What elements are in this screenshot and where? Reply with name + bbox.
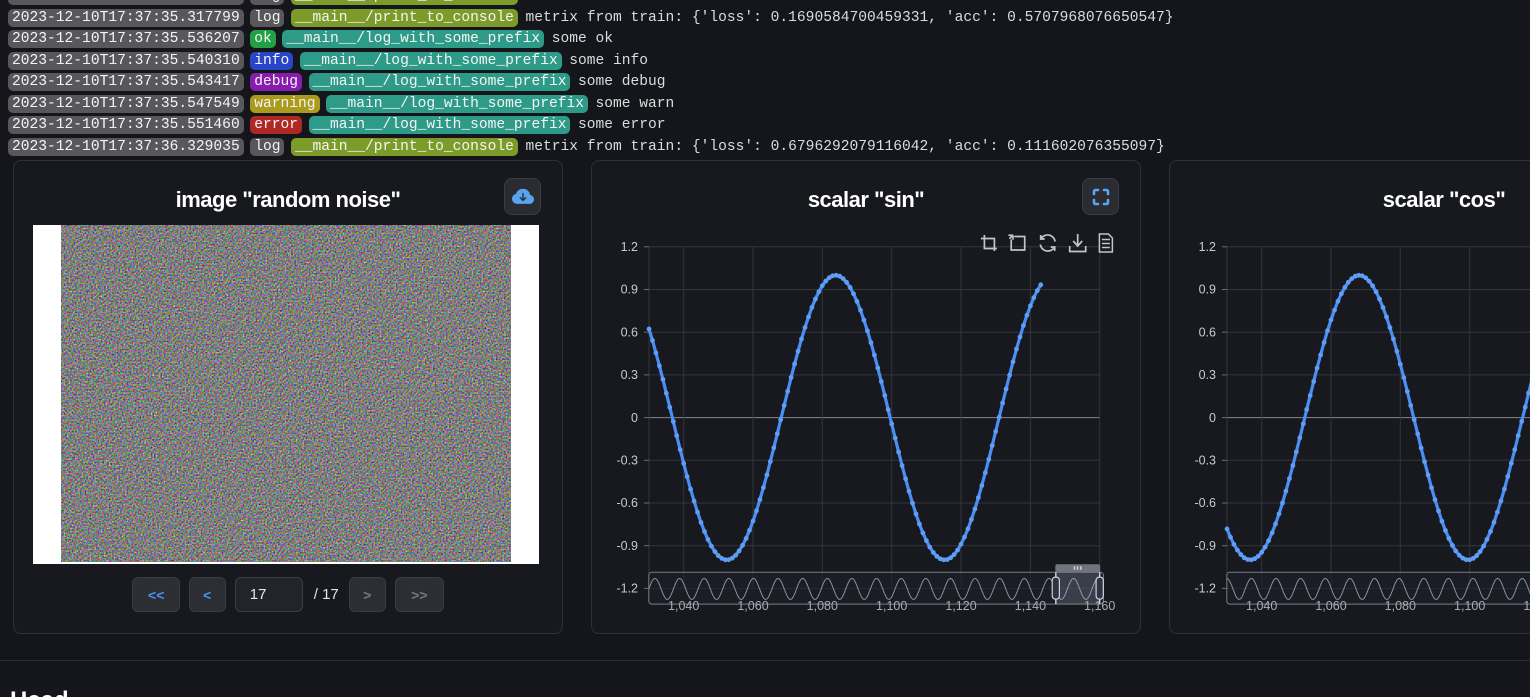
svg-text:0: 0 — [1209, 411, 1216, 425]
svg-text:1,040: 1,040 — [1246, 599, 1277, 613]
svg-text:1,100: 1,100 — [1454, 599, 1485, 613]
svg-text:-0.9: -0.9 — [1194, 539, 1216, 553]
svg-text:0.9: 0.9 — [1199, 283, 1216, 297]
svg-text:-1.2: -1.2 — [1194, 582, 1216, 596]
svg-text:0.6: 0.6 — [621, 325, 638, 339]
svg-text:-0.6: -0.6 — [1194, 496, 1216, 510]
svg-text:0.3: 0.3 — [621, 368, 638, 382]
svg-text:0.6: 0.6 — [1199, 325, 1216, 339]
svg-text:0.3: 0.3 — [1199, 368, 1216, 382]
svg-text:-0.3: -0.3 — [1194, 454, 1216, 468]
svg-text:-0.3: -0.3 — [616, 454, 638, 468]
svg-text:1,120: 1,120 — [1523, 599, 1530, 613]
svg-text:1,140: 1,140 — [1015, 599, 1046, 613]
svg-text:-0.9: -0.9 — [616, 539, 638, 553]
svg-text:1,080: 1,080 — [807, 599, 838, 613]
svg-text:1,100: 1,100 — [876, 599, 907, 613]
svg-text:1,060: 1,060 — [737, 599, 768, 613]
svg-text:1,160: 1,160 — [1084, 599, 1115, 613]
svg-text:0: 0 — [631, 411, 638, 425]
svg-text:1,060: 1,060 — [1315, 599, 1346, 613]
svg-text:-0.6: -0.6 — [616, 496, 638, 510]
svg-text:1.2: 1.2 — [1199, 240, 1216, 254]
svg-text:-1.2: -1.2 — [616, 582, 638, 596]
svg-text:1,040: 1,040 — [668, 599, 699, 613]
svg-text:1.2: 1.2 — [621, 240, 638, 254]
svg-text:0.9: 0.9 — [621, 283, 638, 297]
svg-text:1,080: 1,080 — [1385, 599, 1416, 613]
svg-text:1,120: 1,120 — [945, 599, 976, 613]
